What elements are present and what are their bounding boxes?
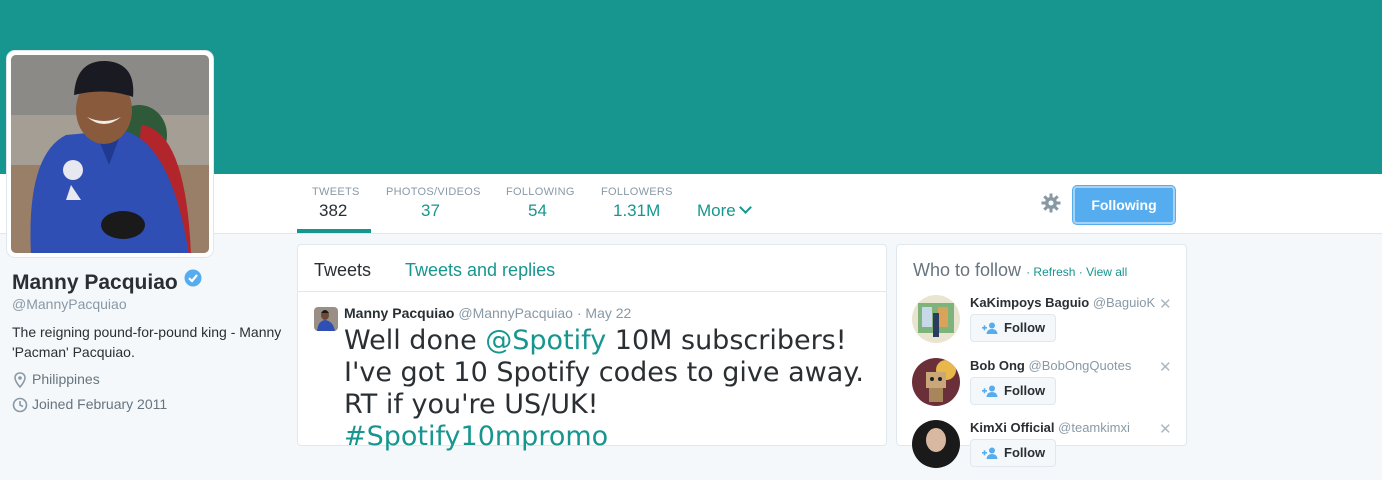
following-button[interactable]: Following bbox=[1073, 186, 1175, 224]
profile-bio: The reigning pound-for-pound king - Mann… bbox=[12, 324, 282, 360]
tweet-date[interactable]: · May 22 bbox=[577, 305, 631, 321]
stat-value: 54 bbox=[528, 201, 547, 220]
suggested-user: KimXi Official @teamkimxi ✕ Follow bbox=[897, 420, 1186, 480]
tab-tweets-and-replies[interactable]: Tweets and replies bbox=[405, 260, 555, 281]
stat-value: 382 bbox=[319, 201, 348, 220]
suggested-user-avatar[interactable] bbox=[912, 420, 960, 468]
suggested-user: Bob Ong @BobOngQuotes ✕ Follow bbox=[897, 358, 1186, 418]
joined-text: Joined February 2011 bbox=[32, 396, 168, 412]
user-name: KaKimpoys Baguio bbox=[970, 295, 1090, 310]
follow-button[interactable]: Follow bbox=[970, 314, 1056, 342]
stat-tweets[interactable]: TWEETS 382 bbox=[312, 186, 360, 221]
follow-button-label: Follow bbox=[1004, 320, 1046, 335]
gear-icon[interactable] bbox=[1041, 193, 1061, 218]
user-handle: @BaguioK bbox=[1092, 295, 1156, 310]
suggested-user-avatar[interactable] bbox=[912, 295, 960, 343]
add-user-icon bbox=[982, 447, 998, 459]
tweet-author-handle[interactable]: @MannyPacquiao bbox=[458, 305, 573, 321]
who-to-follow-panel: Who to follow · Refresh · View all KaKim… bbox=[896, 244, 1187, 468]
location-pin-icon bbox=[14, 372, 26, 389]
profile-handle[interactable]: @MannyPacquiao bbox=[12, 296, 127, 312]
tweet-author-avatar[interactable] bbox=[314, 307, 338, 331]
active-tab-indicator bbox=[297, 229, 371, 233]
refresh-link[interactable]: Refresh bbox=[1033, 265, 1075, 279]
more-menu[interactable]: More bbox=[697, 201, 752, 221]
avatar-photo bbox=[11, 55, 209, 253]
location-text: Philippines bbox=[32, 371, 100, 387]
profile-avatar[interactable] bbox=[7, 51, 213, 257]
more-label: More bbox=[697, 201, 736, 220]
who-to-follow-header: Who to follow · Refresh · View all bbox=[913, 260, 1128, 280]
dismiss-close-icon[interactable]: ✕ bbox=[1159, 420, 1172, 438]
suggested-user: KaKimpoys Baguio @BaguioK ✕ Follow bbox=[897, 295, 1186, 355]
stat-label: FOLLOWING bbox=[506, 186, 575, 198]
clock-icon bbox=[12, 397, 28, 413]
profile-name[interactable]: Manny Pacquiao bbox=[12, 269, 202, 295]
follow-button-label: Follow bbox=[1004, 383, 1046, 398]
timeline-panel: Tweets Tweets and replies Manny Pacquiao… bbox=[297, 244, 887, 452]
suggested-user-name[interactable]: Bob Ong @BobOngQuotes bbox=[970, 358, 1131, 373]
tweet-author-name[interactable]: Manny Pacquiao bbox=[344, 305, 454, 321]
stat-followers[interactable]: FOLLOWERS 1.31M bbox=[601, 186, 673, 221]
chevron-down-icon bbox=[738, 201, 752, 214]
tab-tweets[interactable]: Tweets bbox=[314, 260, 371, 281]
add-user-icon bbox=[982, 385, 998, 397]
follow-button[interactable]: Follow bbox=[970, 439, 1056, 467]
profile-name-text: Manny Pacquiao bbox=[12, 271, 178, 294]
suggested-user-avatar[interactable] bbox=[912, 358, 960, 406]
dismiss-close-icon[interactable]: ✕ bbox=[1159, 295, 1172, 313]
stat-following[interactable]: FOLLOWING 54 bbox=[506, 186, 575, 221]
stat-label: PHOTOS/VIDEOS bbox=[386, 186, 481, 198]
tweet-hashtag-link[interactable]: #Spotify10mpromo bbox=[344, 421, 608, 452]
profile-joined: Joined February 2011 bbox=[12, 396, 167, 413]
user-handle: @BobOngQuotes bbox=[1028, 358, 1132, 373]
stat-photos-videos[interactable]: PHOTOS/VIDEOS 37 bbox=[386, 186, 481, 221]
user-name: Bob Ong bbox=[970, 358, 1025, 373]
suggested-user-name[interactable]: KaKimpoys Baguio @BaguioK bbox=[970, 295, 1155, 310]
stat-label: FOLLOWERS bbox=[601, 186, 673, 198]
tweet-text-part: Well done bbox=[344, 325, 486, 356]
tweet-header: Manny Pacquiao @MannyPacquiao · May 22 bbox=[344, 305, 631, 321]
tweet-mention-link[interactable]: @Spotify bbox=[485, 325, 606, 356]
stat-value: 37 bbox=[421, 201, 440, 220]
tweet-text: Well done @Spotify 10M subscribers! I've… bbox=[344, 325, 864, 453]
profile-location: Philippines bbox=[12, 371, 100, 389]
dismiss-close-icon[interactable]: ✕ bbox=[1159, 358, 1172, 376]
follow-button-label: Follow bbox=[1004, 445, 1046, 460]
view-all-link[interactable]: View all bbox=[1086, 265, 1127, 279]
add-user-icon bbox=[982, 322, 998, 334]
who-to-follow-title: Who to follow bbox=[913, 260, 1022, 280]
verified-badge-icon bbox=[184, 269, 202, 293]
stat-value: 1.31M bbox=[613, 201, 661, 220]
stat-label: TWEETS bbox=[312, 186, 360, 198]
timeline-tabs: Tweets Tweets and replies bbox=[298, 245, 886, 292]
follow-button[interactable]: Follow bbox=[970, 377, 1056, 405]
